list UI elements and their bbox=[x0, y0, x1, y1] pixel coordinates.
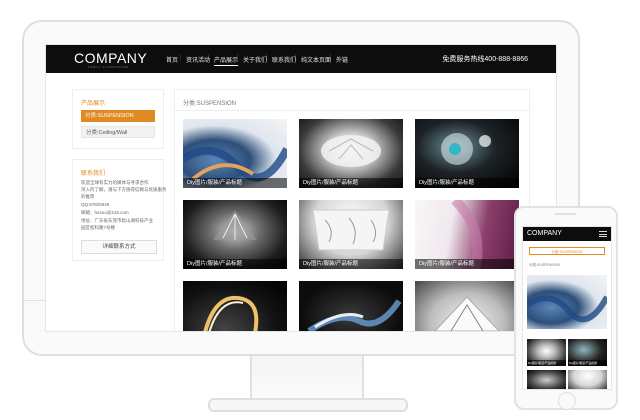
nav-separator: | bbox=[208, 55, 210, 61]
product-card[interactable]: Diy图片/服装/产品标题 bbox=[415, 119, 519, 188]
mobile-product-card[interactable] bbox=[525, 275, 610, 329]
nav-news[interactable]: 资讯活动 bbox=[186, 55, 210, 64]
contact-address: 地址：广东省东莞市松山湖科技产业 bbox=[81, 218, 153, 223]
category-suspension[interactable]: 分类:SUSPENSION bbox=[81, 110, 155, 122]
nav-external[interactable]: 外链 bbox=[336, 55, 348, 64]
contact-line: 深入的了解，请与下方值得信赖与优质服务 bbox=[81, 187, 167, 192]
product-card[interactable] bbox=[183, 281, 287, 331]
nav-separator: | bbox=[180, 55, 182, 61]
contact-address: 园区松科路7号楼 bbox=[81, 225, 116, 230]
mobile-product-card[interactable]: Diy图片/服装/产品标题 bbox=[568, 339, 607, 366]
product-card[interactable]: Diy图片/服装/产品标题 bbox=[299, 200, 403, 269]
nav-separator: | bbox=[295, 55, 297, 61]
monitor-stand bbox=[250, 356, 364, 402]
mobile-product-caption: Diy图片/服装/产品标题 bbox=[568, 360, 607, 366]
contact-line: 欢迎全球有实力的媒体与寻求合作 bbox=[81, 180, 149, 185]
mobile-screen: COMPANY 分类:SUSPENSION 分类:SUSPENSION Diy图… bbox=[522, 226, 612, 390]
hamburger-menu-icon[interactable] bbox=[599, 231, 607, 237]
hotline-text: 免费服务热线400-888-8866 bbox=[442, 56, 528, 63]
mobile-breadcrumb: 分类:SUSPENSION bbox=[529, 263, 560, 267]
category-sidebar: 产品展示 分类:SUSPENSION 分类:Ceiling/Wall bbox=[72, 89, 164, 149]
breadcrumb: 分类:SUSPENSION bbox=[183, 101, 237, 107]
nav-contact[interactable]: 联系我们 bbox=[272, 55, 296, 64]
product-caption: Diy图片/服装/产品标题 bbox=[299, 259, 403, 269]
product-caption: Diy图片/服装/产品标题 bbox=[415, 259, 519, 269]
product-panel: 分类:SUSPENSION Diy图片/服装/产品标题 Diy图片/服装/产品标… bbox=[174, 89, 530, 331]
top-navbar: COMPANY FAMILY & FURNITURE 首页 | 资讯活动 | 产… bbox=[46, 45, 556, 73]
product-card[interactable]: Diy图片/服装/产品标题 bbox=[299, 119, 403, 188]
nav-separator: | bbox=[266, 55, 268, 61]
phone-home-button bbox=[558, 392, 576, 410]
logo[interactable]: COMPANY bbox=[74, 50, 147, 66]
mobile-category-select[interactable]: 分类:SUSPENSION bbox=[529, 247, 605, 255]
lamp-image bbox=[525, 295, 610, 323]
nav-about[interactable]: 关于我们 bbox=[243, 55, 267, 64]
monitor-base bbox=[208, 398, 408, 412]
category-title: 产品展示 bbox=[81, 101, 106, 107]
contact-sidebar: 联系我们 欢迎全球有实力的媒体与寻求合作 深入的了解，请与下方值得信赖与优质服务… bbox=[72, 159, 167, 261]
lamp-image bbox=[307, 299, 402, 331]
contact-details-button[interactable]: 详细联系方式 bbox=[81, 240, 157, 254]
contact-email: 邮箱：hezuo@215.com bbox=[81, 210, 129, 215]
lamp-image bbox=[203, 295, 259, 331]
nav-home[interactable]: 首页 bbox=[166, 55, 178, 64]
product-card[interactable]: Diy图片/服装/产品标题 bbox=[183, 119, 287, 188]
nav-separator: | bbox=[237, 55, 239, 61]
product-card[interactable] bbox=[415, 281, 519, 331]
mobile-product-card[interactable] bbox=[568, 370, 607, 389]
divider bbox=[175, 110, 529, 111]
mobile-product-card[interactable] bbox=[527, 370, 566, 389]
lamp-image bbox=[434, 296, 500, 331]
contact-title: 联系我们 bbox=[81, 171, 106, 177]
product-card[interactable]: Diy图片/服装/产品标题 bbox=[183, 200, 287, 269]
logo-tagline: FAMILY & FURNITURE bbox=[88, 65, 129, 69]
phone-speaker bbox=[554, 213, 576, 215]
mobile-header: COMPANY bbox=[523, 227, 611, 241]
nav-separator: | bbox=[330, 55, 332, 61]
product-caption: Diy图片/服装/产品标题 bbox=[299, 178, 403, 188]
contact-qq: QQ:87825846 bbox=[81, 202, 110, 207]
product-card[interactable] bbox=[299, 281, 403, 331]
nav-products[interactable]: 产品展示 bbox=[214, 55, 239, 66]
product-caption: Diy图片/服装/产品标题 bbox=[415, 178, 519, 188]
nav-text-page[interactable]: 纯文本页面 bbox=[301, 55, 331, 64]
product-card[interactable]: Diy图片/服装/产品标题 bbox=[415, 200, 519, 269]
product-caption: Diy图片/服装/产品标题 bbox=[183, 259, 287, 269]
product-caption: Diy图片/服装/产品标题 bbox=[183, 178, 287, 188]
contact-line: 的推荐 bbox=[81, 194, 95, 199]
desktop-screen: COMPANY FAMILY & FURNITURE 首页 | 资讯活动 | 产… bbox=[45, 44, 557, 332]
mobile-logo[interactable]: COMPANY bbox=[527, 230, 562, 237]
mobile-product-card[interactable]: Diy图片/服装/产品标题 bbox=[527, 339, 566, 366]
category-ceiling-wall[interactable]: 分类:Ceiling/Wall bbox=[81, 126, 155, 138]
mobile-product-caption: Diy图片/服装/产品标题 bbox=[527, 360, 566, 366]
